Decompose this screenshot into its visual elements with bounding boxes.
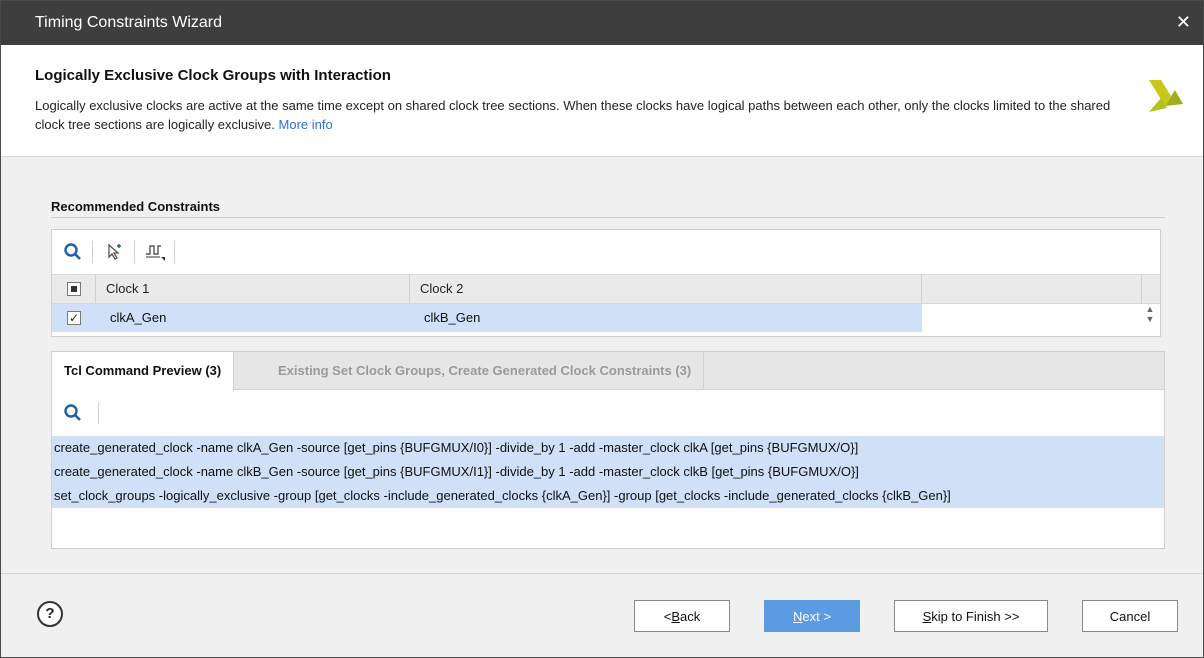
constraints-toolbar (52, 230, 1160, 274)
tcl-line[interactable]: create_generated_clock -name clkB_Gen -s… (52, 460, 1164, 484)
select-all-column (52, 275, 96, 303)
search-icon[interactable] (60, 400, 86, 426)
recommended-constraints-title: Recommended Constraints (51, 199, 221, 214)
vivado-logo-icon (1149, 80, 1183, 112)
next-button[interactable]: N ext > (764, 600, 860, 632)
clock1-cell[interactable]: clkA_Gen (96, 304, 410, 332)
more-info-link[interactable]: More info (279, 117, 333, 132)
close-icon[interactable]: ✕ (1176, 12, 1191, 33)
tcl-toolbar (52, 391, 1164, 435)
row-checkbox[interactable]: ✓ (67, 311, 81, 325)
tab-existing-constraints[interactable]: Existing Set Clock Groups, Create Genera… (266, 352, 705, 390)
skip-to-finish-button[interactable]: S kip to Finish >> (894, 600, 1048, 632)
tcl-command-list: create_generated_clock -name clkA_Gen -s… (52, 436, 1164, 508)
table-row[interactable]: ✓ clkA_Gen clkB_Gen (52, 304, 1160, 332)
select-cells-icon[interactable] (102, 239, 128, 265)
scroll-up-down-icon[interactable]: ▲ ▼ (1142, 304, 1158, 332)
back-button-prefix: < (663, 608, 672, 624)
next-button-label: ext > (802, 608, 831, 624)
toolbar-separator (92, 241, 93, 263)
select-all-checkbox[interactable] (67, 282, 81, 296)
search-icon[interactable] (60, 239, 86, 265)
window-title: Timing Constraints Wizard (35, 14, 223, 31)
page-header: Logically Exclusive Clock Groups with In… (1, 45, 1203, 157)
recommended-constraints-panel: Clock 1 Clock 2 ✓ clkA_Gen clkB_Gen ▲ ▼ (51, 229, 1161, 337)
waveform-options-icon[interactable] (142, 239, 168, 265)
footer-divider (1, 573, 1203, 574)
skip-button-label: kip to Finish >> (931, 608, 1020, 624)
section-divider (51, 217, 1165, 218)
wizard-window: Timing Constraints Wizard ✕ Logically Ex… (0, 0, 1204, 658)
constraints-table-header: Clock 1 Clock 2 (52, 274, 1160, 304)
next-button-mnemonic: N (793, 608, 803, 624)
toolbar-separator (134, 241, 135, 263)
preview-panel: Tcl Command Preview (3) Existing Set Clo… (51, 351, 1165, 549)
back-button[interactable]: < B ack (634, 600, 730, 632)
column-header-empty (922, 275, 1142, 303)
back-button-label: ack (680, 608, 701, 624)
toolbar-separator (98, 402, 99, 424)
column-header-clock1[interactable]: Clock 1 (96, 275, 410, 303)
description-text: Logically exclusive clocks are active at… (35, 98, 1111, 132)
tab-tcl-command-preview[interactable]: Tcl Command Preview (3) (52, 352, 235, 391)
tcl-line[interactable]: set_clock_groups -logically_exclusive -g… (52, 484, 1164, 508)
column-header-clock2[interactable]: Clock 2 (410, 275, 922, 303)
page-title: Logically Exclusive Clock Groups with In… (35, 67, 391, 84)
page-description: Logically exclusive clocks are active at… (35, 96, 1135, 134)
skip-button-mnemonic: S (922, 608, 932, 624)
back-button-mnemonic: B (671, 608, 681, 624)
help-icon[interactable]: ? (37, 601, 63, 627)
tcl-line[interactable]: create_generated_clock -name clkA_Gen -s… (52, 436, 1164, 460)
row-checkbox-cell: ✓ (52, 304, 96, 332)
title-bar: Timing Constraints Wizard ✕ (1, 1, 1203, 45)
clock2-cell[interactable]: clkB_Gen (410, 304, 922, 332)
toolbar-separator (174, 241, 175, 263)
tab-strip: Tcl Command Preview (3) Existing Set Clo… (52, 352, 1164, 391)
cancel-button[interactable]: Cancel (1082, 600, 1178, 632)
